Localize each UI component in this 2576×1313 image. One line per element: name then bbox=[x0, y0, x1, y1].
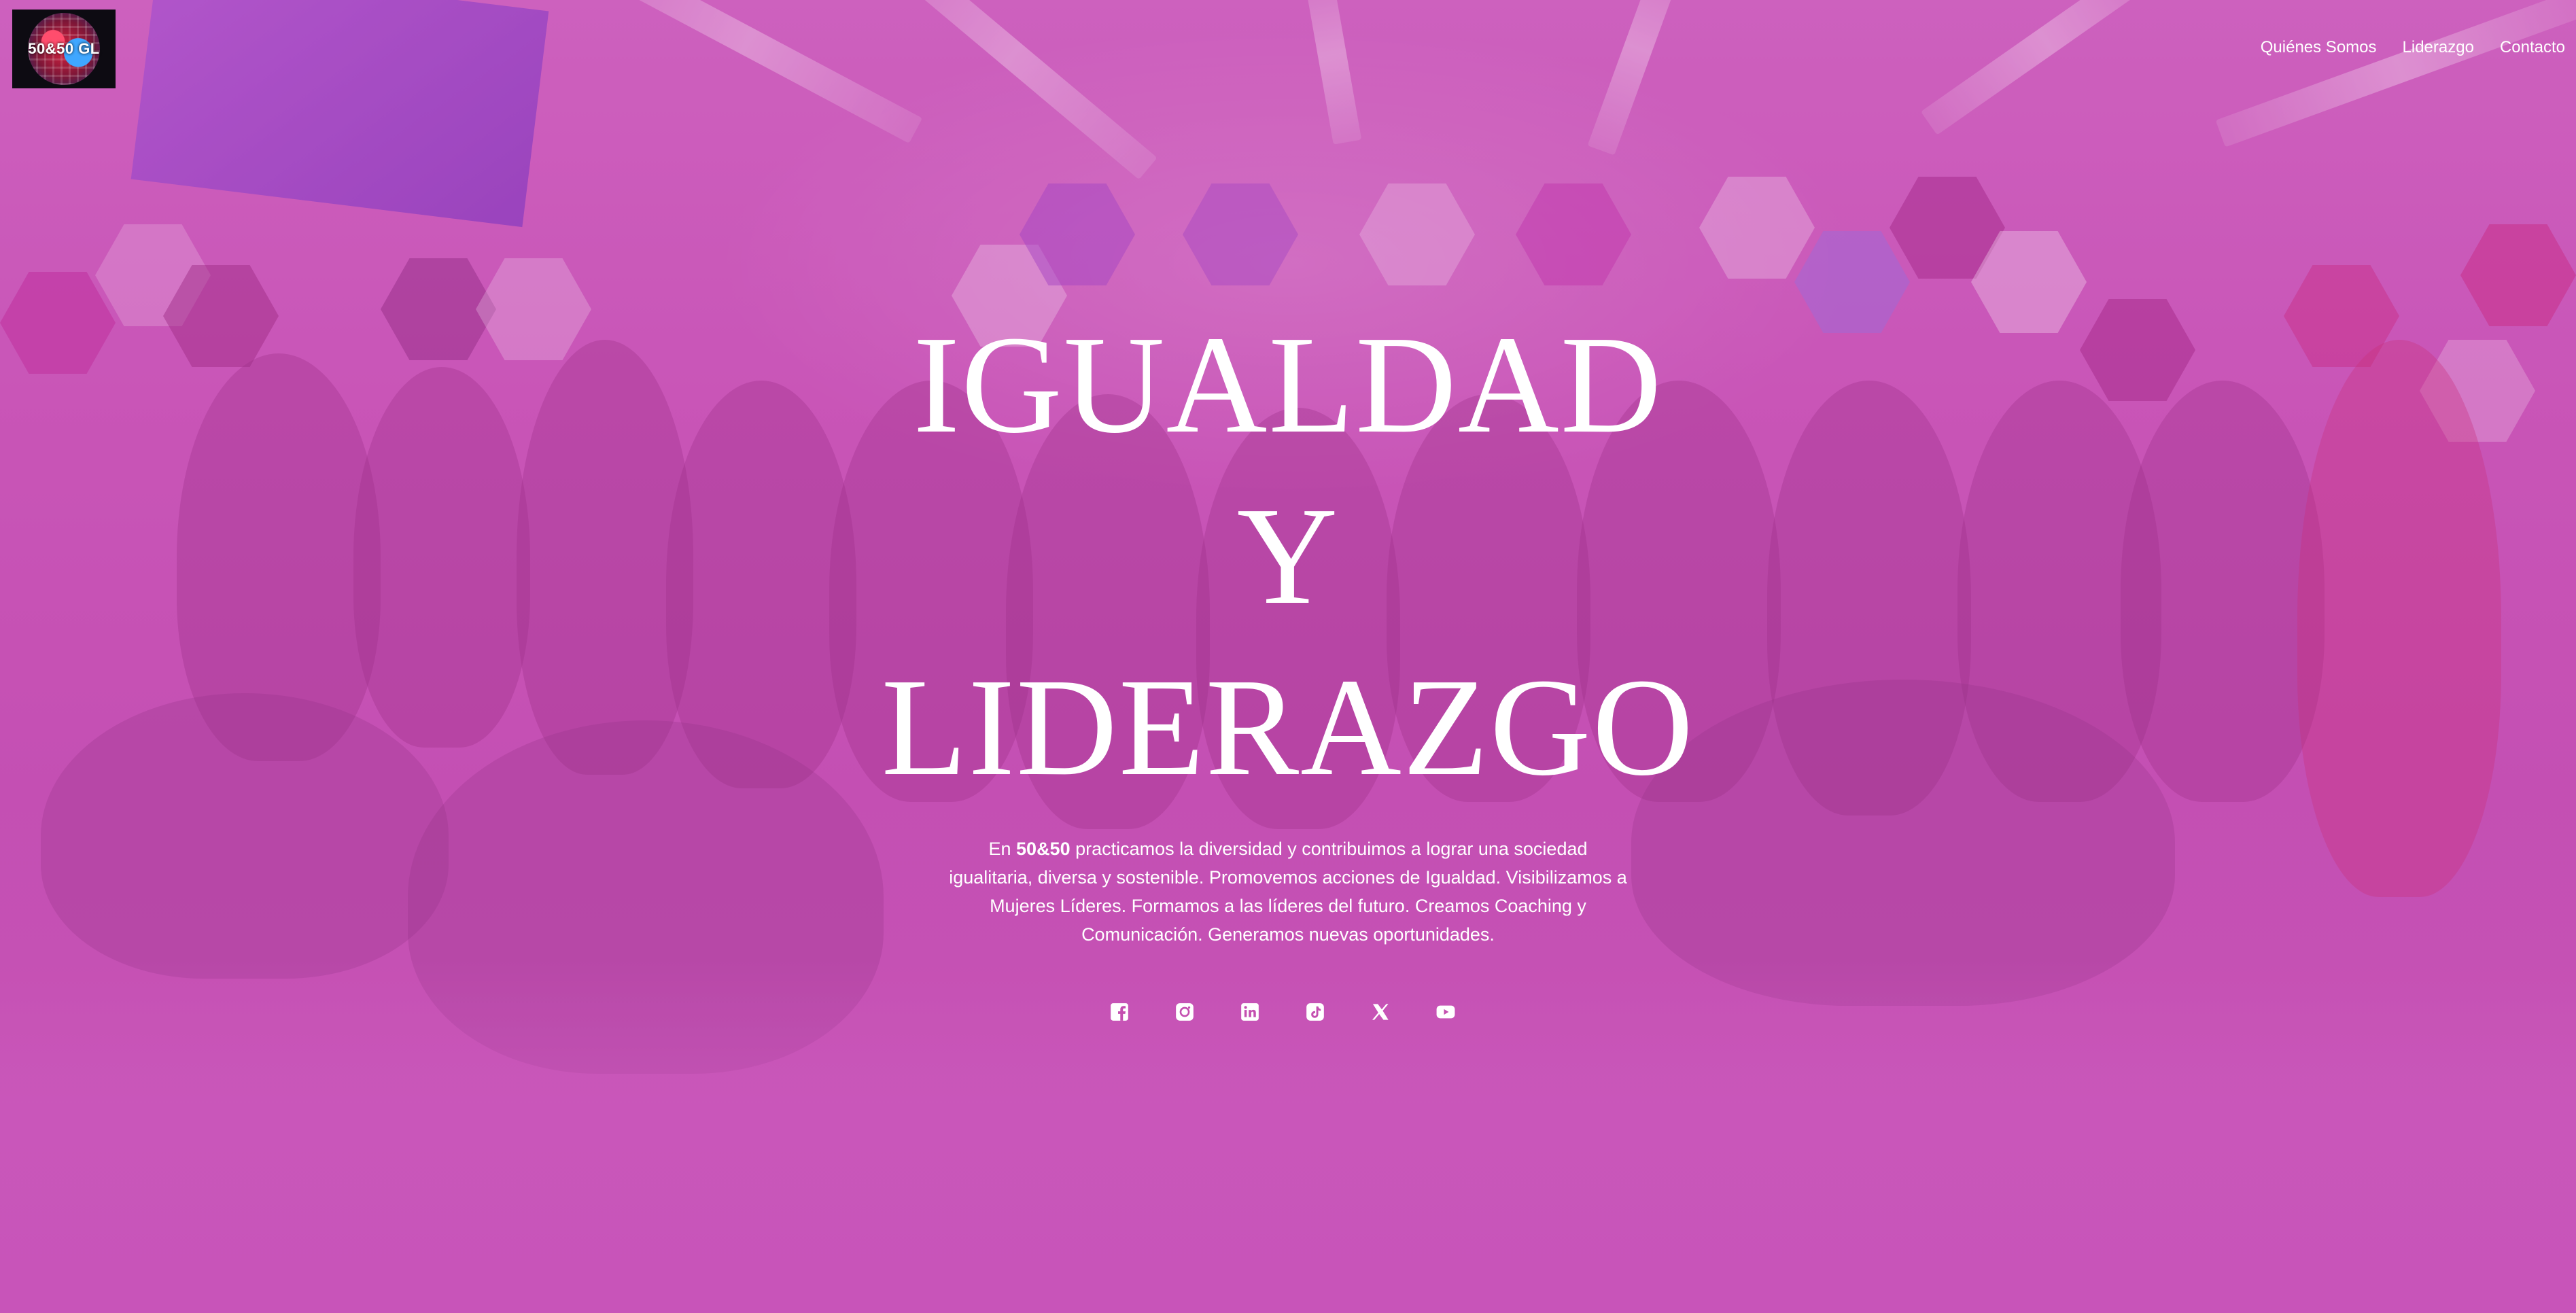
youtube-icon[interactable] bbox=[1436, 1002, 1455, 1021]
nav-link-liderazgo[interactable]: Liderazgo bbox=[2403, 38, 2474, 57]
logo-text: 50&50 GL bbox=[28, 40, 100, 57]
site-logo[interactable]: 50&50 GL bbox=[12, 10, 116, 88]
nav-link-quienes-somos[interactable]: Quiénes Somos bbox=[2261, 38, 2377, 57]
social-links bbox=[1110, 1002, 1455, 1021]
instagram-icon[interactable] bbox=[1175, 1002, 1194, 1021]
description-brand: 50&50 bbox=[1016, 839, 1071, 859]
tiktok-icon[interactable] bbox=[1306, 1002, 1325, 1021]
main-nav: Quiénes Somos Liderazgo Contacto bbox=[2261, 38, 2565, 57]
nav-link-contacto[interactable]: Contacto bbox=[2500, 38, 2565, 57]
hero-description: En 50&50 practicamos la diversidad y con… bbox=[948, 835, 1628, 949]
x-icon[interactable] bbox=[1371, 1002, 1390, 1021]
hero-title-line-1: IGUALDAD bbox=[913, 307, 1663, 462]
hero-title: IGUALDAD Y LIDERAZGO bbox=[0, 299, 2576, 813]
facebook-icon[interactable] bbox=[1110, 1002, 1129, 1021]
hero-title-line-2: Y bbox=[1236, 478, 1340, 633]
hero-title-line-3: LIDERAZGO bbox=[881, 649, 1695, 805]
linkedin-icon[interactable] bbox=[1240, 1002, 1259, 1021]
description-prefix: En bbox=[988, 839, 1017, 859]
